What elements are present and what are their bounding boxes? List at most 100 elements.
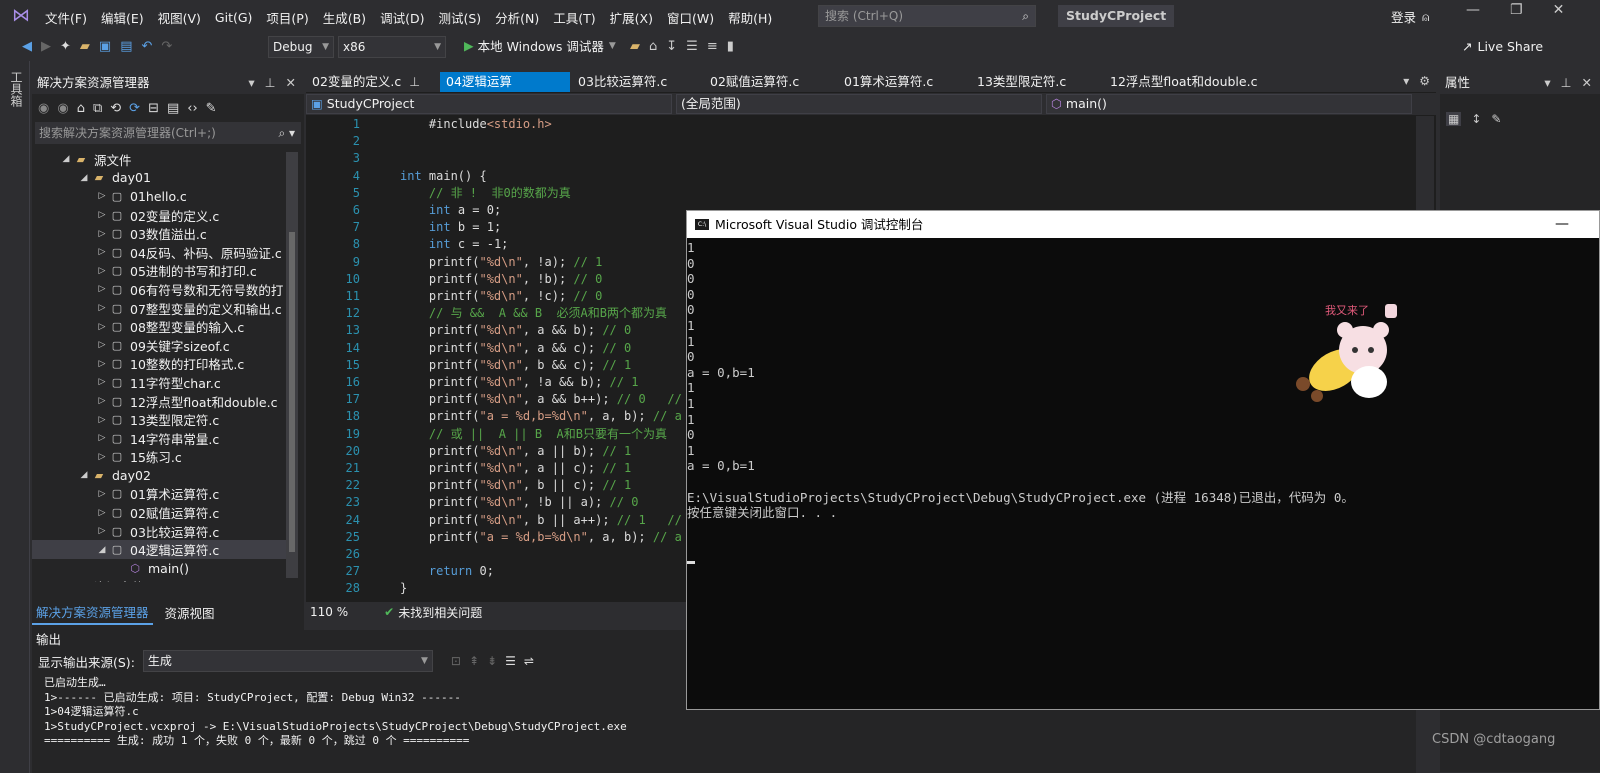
- code-line[interactable]: 16 printf("%d\n", !a && b); // 1: [306, 374, 686, 391]
- config-select[interactable]: Debug ▼: [268, 36, 334, 58]
- tree-folder[interactable]: ◢ ▰ day01: [32, 169, 290, 188]
- code-line[interactable]: 21 printf("%d\n", a || c); // 1: [306, 460, 686, 477]
- console-title-bar[interactable]: C:\ Microsoft Visual Studio 调试控制台 —: [687, 211, 1599, 238]
- code-line[interactable]: 10 printf("%d\n", !b); // 0: [306, 271, 686, 288]
- tree-folder[interactable]: ◢ ▰ 源文件: [32, 150, 290, 169]
- menu-item[interactable]: 工具(T): [546, 8, 602, 27]
- history-icon[interactable]: ⟲: [110, 101, 121, 116]
- tree-function[interactable]: ⬡ main(): [32, 559, 290, 578]
- code-line[interactable]: 4 int main() {: [306, 168, 686, 185]
- tab-02-assign-operators[interactable]: 02赋值运算符.c: [704, 72, 830, 92]
- tab-01-arith-operators[interactable]: 01算术运算符.c: [838, 72, 964, 92]
- find-message-icon[interactable]: ⊡: [451, 654, 461, 668]
- code-line[interactable]: 13 printf("%d\n", a && b); // 0: [306, 322, 686, 339]
- pin-icon[interactable]: ⊥: [409, 74, 420, 89]
- collapsed-arrow-icon[interactable]: ▷: [96, 247, 108, 257]
- code-line[interactable]: 9 printf("%d\n", !a); // 1: [306, 254, 686, 271]
- code-line[interactable]: 14 printf("%d\n", a && c); // 0: [306, 340, 686, 357]
- tree-file[interactable]: ▷ ▢ 12浮点型float和double.c: [32, 392, 290, 411]
- tree-file[interactable]: ▷ ▢ 05进制的书写和打印.c: [32, 262, 290, 281]
- wrench-icon[interactable]: ✎: [206, 101, 217, 116]
- code-line[interactable]: 11 printf("%d\n", !c); // 0: [306, 288, 686, 305]
- nav-project-select[interactable]: ▣ StudyCProject: [306, 94, 672, 114]
- collapsed-arrow-icon[interactable]: ▷: [96, 191, 108, 201]
- clear-all-icon[interactable]: ☰: [505, 654, 516, 668]
- code-line[interactable]: 7 int b = 1;: [306, 219, 686, 236]
- code-line[interactable]: 2: [306, 133, 686, 150]
- code-line[interactable]: 1 #include<stdio.h>: [306, 116, 686, 133]
- home-icon[interactable]: ⌂: [77, 101, 85, 116]
- collapsed-arrow-icon[interactable]: ▷: [96, 508, 108, 518]
- comment-icon[interactable]: ≡: [707, 39, 718, 54]
- code-line[interactable]: 26: [306, 546, 686, 563]
- tree-folder[interactable]: ▷▰资源文件: [32, 578, 290, 582]
- code-line[interactable]: 5 // 非 ! 非0的数都为真: [306, 185, 686, 202]
- login-button[interactable]: 登录 ⍝: [1391, 7, 1430, 26]
- code-line[interactable]: 27 return 0;: [306, 563, 686, 580]
- zoom-select[interactable]: 110 %: [310, 605, 348, 619]
- code-icon[interactable]: ‹›: [187, 101, 197, 116]
- forward-icon[interactable]: ▶: [41, 39, 51, 54]
- code-line[interactable]: 15 printf("%d\n", b && c); // 1: [306, 357, 686, 374]
- tree-file[interactable]: ▷ ▢ 02变量的定义.c: [32, 206, 290, 225]
- nav-function-select[interactable]: ⬡ main(): [1046, 94, 1412, 114]
- close-icon[interactable]: ✕: [286, 72, 296, 94]
- nav-scope-select[interactable]: (全局范围): [676, 94, 1042, 114]
- collapsed-arrow-icon[interactable]: ▷: [96, 415, 108, 425]
- close-icon[interactable]: ✕: [1582, 72, 1592, 94]
- menu-item[interactable]: 视图(V): [151, 8, 208, 27]
- tree-file[interactable]: ▷ ▢ 07整型变量的定义和输出.c: [32, 299, 290, 318]
- collapsed-arrow-icon[interactable]: ▷: [96, 396, 108, 406]
- menu-item[interactable]: 生成(B): [316, 8, 373, 27]
- pin-icon[interactable]: ⊥: [1561, 72, 1572, 94]
- minimize-icon[interactable]: —: [1466, 2, 1480, 18]
- tab-list-icon[interactable]: ▾: [1403, 74, 1409, 88]
- code-line[interactable]: 25 printf("a = %d,b=%d\n", a, b); // a: [306, 529, 686, 546]
- tab-02-variable-def[interactable]: 02变量的定义.c ⊥: [306, 72, 436, 92]
- platform-select[interactable]: x86 ▼: [338, 36, 446, 58]
- code-line[interactable]: 23 printf("%d\n", !b || a); // 0: [306, 494, 686, 511]
- close-icon[interactable]: ✕: [1553, 2, 1565, 18]
- search-input[interactable]: 搜索 (Ctrl+Q) ⌕: [818, 5, 1036, 27]
- tree-file[interactable]: ▷ ▢ 01算术运算符.c: [32, 485, 290, 504]
- menu-item[interactable]: 编辑(E): [94, 8, 151, 27]
- tab-03-compare-operators[interactable]: 03比较运算符.c: [572, 72, 698, 92]
- back-icon[interactable]: ◀: [22, 39, 32, 54]
- back-icon[interactable]: ◉: [38, 101, 49, 116]
- collapsed-arrow-icon[interactable]: ▷: [96, 210, 108, 220]
- tree-file[interactable]: ▷ ▢ 03比较运算符.c: [32, 522, 290, 541]
- save-icon[interactable]: ▣: [99, 39, 111, 54]
- collapsed-arrow-icon[interactable]: ▷: [96, 489, 108, 499]
- new-project-icon[interactable]: ✦: [60, 39, 71, 54]
- code-line[interactable]: 17 printf("%d\n", a && b++); // 0 //: [306, 391, 686, 408]
- live-share-button[interactable]: ↗ Live Share: [1462, 39, 1543, 54]
- collapsed-arrow-icon[interactable]: ▷: [96, 229, 108, 239]
- menu-item[interactable]: 项目(P): [259, 8, 315, 27]
- tree-file[interactable]: ▷ ▢ 06有符号数和无符号数的打: [32, 280, 290, 299]
- expanded-arrow-icon[interactable]: ◢: [78, 470, 90, 480]
- code-line[interactable]: 12 // 与 && A && B 必须A和B两个都为真: [306, 305, 686, 322]
- chevron-down-icon[interactable]: ▾: [248, 72, 254, 94]
- collapse-icon[interactable]: ⊟: [148, 101, 159, 116]
- collapsed-arrow-icon[interactable]: ▷: [96, 284, 108, 294]
- code-line[interactable]: 22 printf("%d\n", b || c); // 1: [306, 477, 686, 494]
- word-wrap-icon[interactable]: ⇌: [524, 654, 534, 668]
- tab-13-type-qualifiers[interactable]: 13类型限定符.c: [971, 72, 1097, 92]
- tab-12-float-double[interactable]: 12浮点型float和double.c: [1104, 72, 1304, 92]
- tree-file[interactable]: ▷ ▢ 09关键字sizeof.c: [32, 336, 290, 355]
- tree-file[interactable]: ▷ ▢ 11字符型char.c: [32, 373, 290, 392]
- tree-file[interactable]: ◢ ▢ 04逻辑运算符.c: [32, 540, 290, 560]
- tree-folder[interactable]: ◢ ▰ day02: [32, 466, 290, 485]
- expanded-arrow-icon[interactable]: ◢: [96, 545, 108, 555]
- collapsed-arrow-icon[interactable]: ▷: [96, 433, 108, 443]
- prev-message-icon[interactable]: ⇞: [469, 654, 479, 668]
- switch-view-icon[interactable]: ⧉: [93, 101, 102, 116]
- maximize-icon[interactable]: ❐: [1510, 2, 1523, 18]
- next-message-icon[interactable]: ⇟: [487, 654, 497, 668]
- categorized-icon[interactable]: ▦: [1446, 112, 1462, 126]
- show-all-icon[interactable]: ▤: [167, 101, 179, 116]
- solution-scrollbar[interactable]: [286, 152, 298, 578]
- alphabetical-icon[interactable]: ↕: [1471, 112, 1481, 126]
- collapsed-arrow-icon[interactable]: ▷: [96, 303, 108, 313]
- collapsed-arrow-icon[interactable]: ▷: [96, 340, 108, 350]
